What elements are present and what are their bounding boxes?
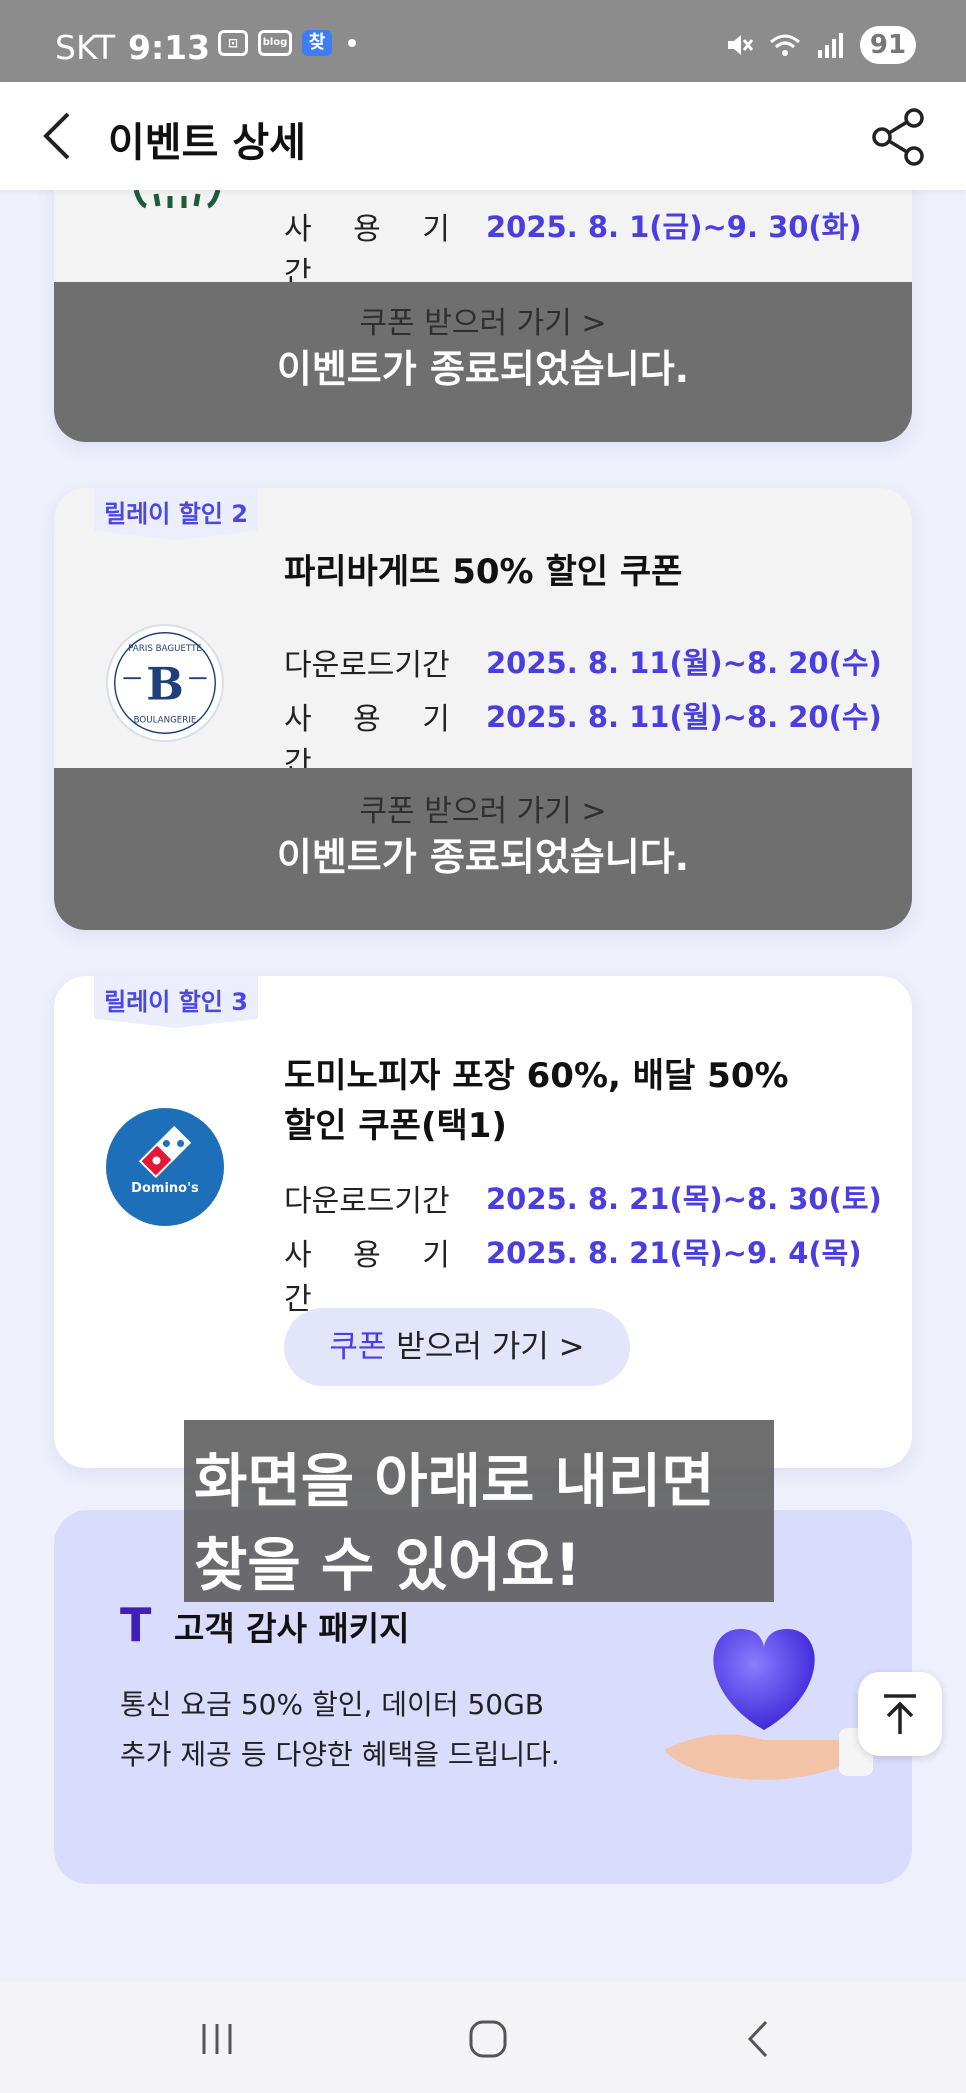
use-period-value: 2025. 8. 1(금)~9. 30(화) <box>486 210 862 244</box>
svg-text:B: B <box>146 658 184 710</box>
app-icon: 찾 <box>302 30 332 56</box>
app-header: 이벤트 상세 <box>0 82 966 190</box>
event-card-3: 릴레이 할인 3 도미노피자 포장 60%, 배달 50% 할인 쿠폰(택1) … <box>54 976 912 1468</box>
relay-tag: 릴레이 할인 3 <box>94 976 258 1028</box>
system-nav-bar <box>0 1982 966 2093</box>
recent-apps-icon[interactable] <box>182 2004 252 2074</box>
download-period-row: 다운로드기간 2025. 8. 21(목)~8. 30(토) <box>284 1176 882 1220</box>
coupon-button-disabled: 쿠폰 받으러 가기 > <box>359 306 607 341</box>
relay-tag: 릴레이 할인 2 <box>94 488 258 540</box>
svg-text:Domino's: Domino's <box>131 1181 199 1196</box>
paris-baguette-logo: PARIS BAGUETTE BOULANGERIE B <box>106 624 224 742</box>
use-period-value: 2025. 8. 21(목)~9. 4(목) <box>486 1236 862 1270</box>
coupon-title: 파리바게뜨 50% 할인 쿠폰 <box>284 552 683 592</box>
heart-hand-icon <box>664 1629 873 1780</box>
caption-overlay: 화면을 아래로 내리면 찾을 수 있어요! <box>184 1420 774 1602</box>
event-ended-text: 이벤트가 종료되었습니다. <box>276 347 690 391</box>
event-card-2: 릴레이 할인 2 파리바게뜨 50% 할인 쿠폰 PARIS BAGUETTE … <box>54 488 912 930</box>
promo-description: 통신 요금 50% 할인, 데이터 50GB 추가 제공 등 다양한 혜택을 드… <box>120 1688 560 1771</box>
ended-overlay: 쿠폰 받으러 가기 > 이벤트가 종료되었습니다. <box>54 282 912 442</box>
download-period-label: 다운로드기간 <box>284 1184 450 1219</box>
wifi-icon <box>770 34 800 56</box>
system-icons: 91 <box>724 26 916 64</box>
mute-icon <box>728 35 754 55</box>
home-icon[interactable] <box>453 2004 523 2074</box>
share-icon[interactable] <box>868 106 930 168</box>
download-period-row: 다운로드기간 2025. 8. 11(월)~8. 20(수) <box>284 640 882 684</box>
caption-line-1: 화면을 아래로 내리면 <box>194 1447 715 1515</box>
get-coupon-button[interactable]: 쿠폰 받으러 가기 > <box>284 1308 630 1386</box>
status-bar: SKT 9:13 ⊡ blog 찾 91 <box>0 0 966 82</box>
blog-icon: blog <box>258 30 292 56</box>
download-period-value: 2025. 8. 21(목)~8. 30(토) <box>486 1182 882 1216</box>
notification-icons: ⊡ blog 찾 <box>218 30 356 56</box>
page-title: 이벤트 상세 <box>108 120 306 166</box>
carrier-label: SKT <box>55 28 116 67</box>
svg-text:BOULANGERIE: BOULANGERIE <box>134 716 197 726</box>
dominos-logo: Domino's <box>106 1108 224 1226</box>
battery-indicator: 91 <box>860 26 916 64</box>
promo-title: 고객 감사 패키지 <box>174 1609 410 1648</box>
use-period-label: 사 용 기 간 <box>284 1238 466 1317</box>
scroll-to-top-icon[interactable] <box>858 1672 942 1756</box>
ended-overlay: 쿠폰 받으러 가기 > 이벤트가 종료되었습니다. <box>54 768 912 930</box>
svg-text:PARIS BAGUETTE: PARIS BAGUETTE <box>128 644 202 654</box>
coupon-button-disabled: 쿠폰 받으러 가기 > <box>359 794 607 829</box>
use-period-row: 사 용 기 간 2025. 8. 1(금)~9. 30(화) <box>284 204 862 292</box>
more-notifications-dot <box>348 39 356 47</box>
download-period-value: 2025. 8. 11(월)~8. 20(수) <box>486 646 882 680</box>
event-ended-text: 이벤트가 종료되었습니다. <box>276 835 690 879</box>
coupon-title-line1: 도미노피자 포장 60%, 배달 50% <box>284 1056 789 1096</box>
caption-line-2: 찾을 수 있어요! <box>194 1531 581 1599</box>
back-icon[interactable] <box>34 108 84 164</box>
t-logo: T <box>120 1598 152 1652</box>
download-period-label: 다운로드기간 <box>284 648 450 683</box>
back-nav-icon[interactable] <box>724 2004 794 2074</box>
coupon-title-line2: 할인 쿠폰(택1) <box>284 1106 507 1146</box>
signal-icon <box>818 33 843 58</box>
use-period-row: 사 용 기 간 2025. 8. 21(목)~9. 4(목) <box>284 1230 862 1318</box>
clock: 9:13 <box>128 28 211 67</box>
use-period-label: 사 용 기 간 <box>284 212 466 291</box>
screenshot-icon: ⊡ <box>218 30 248 56</box>
